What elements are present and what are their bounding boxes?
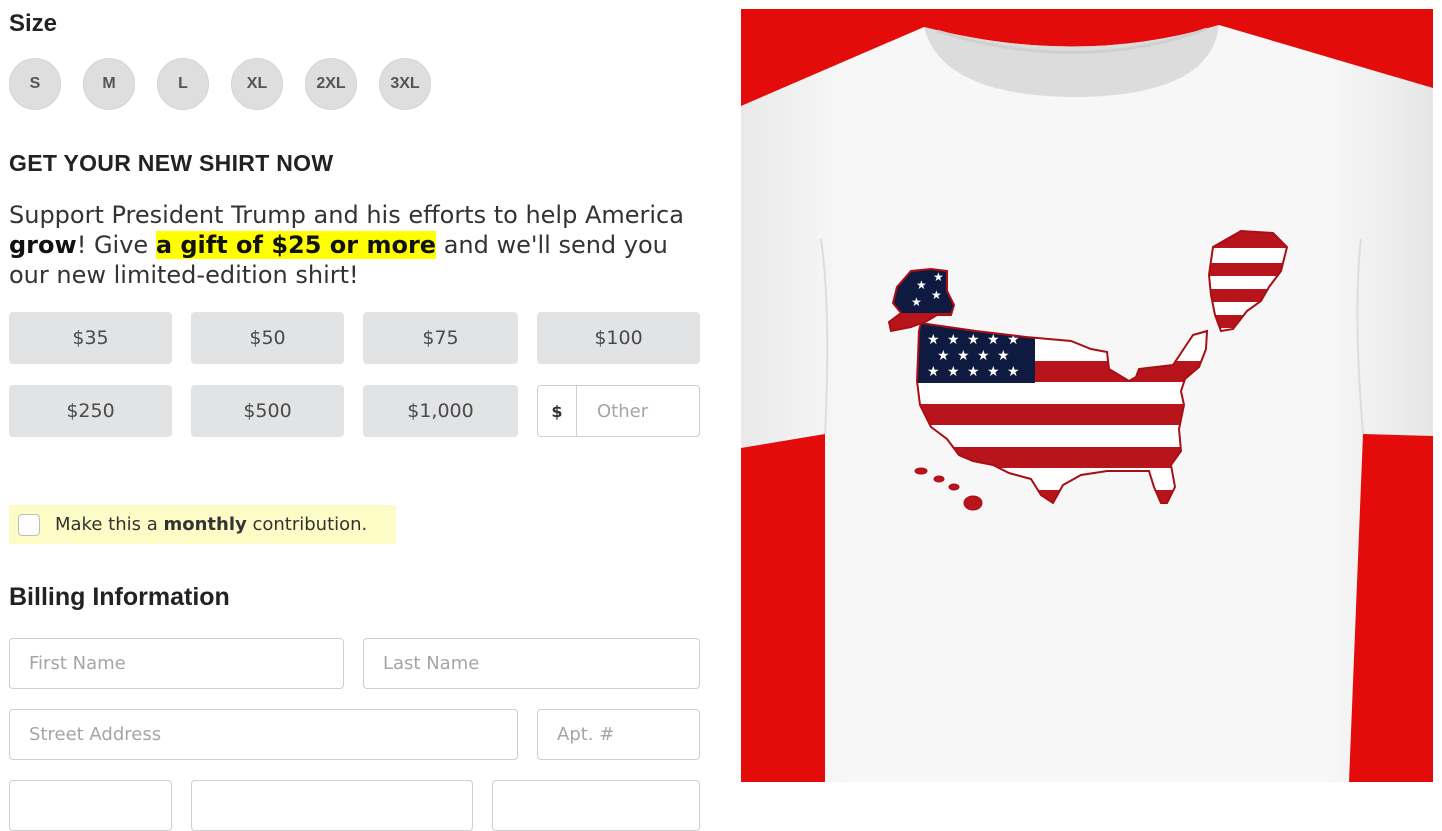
t-shirt-usa-flag-map-icon: ★ ★ ★ ★ ★ ★ ★ ★ ★ ★ ★ ★ ★ ★ ★★★★ bbox=[741, 9, 1433, 782]
svg-text:★: ★ bbox=[916, 278, 927, 292]
size-option-m[interactable]: M bbox=[83, 58, 135, 110]
apt-field bbox=[537, 709, 700, 760]
amount-button-1000[interactable]: $1,000 bbox=[363, 385, 518, 437]
description-text-2: ! Give bbox=[76, 231, 156, 259]
svg-text:★: ★ bbox=[967, 332, 980, 348]
amount-button-250[interactable]: $250 bbox=[9, 385, 172, 437]
svg-text:★: ★ bbox=[1007, 364, 1020, 380]
amount-button-100[interactable]: $100 bbox=[537, 312, 700, 364]
promo-description: Support President Trump and his efforts … bbox=[9, 200, 709, 290]
monthly-label-post: contribution. bbox=[246, 514, 368, 535]
other-amount-input[interactable] bbox=[577, 386, 699, 436]
svg-text:★: ★ bbox=[911, 295, 922, 309]
size-title: Size bbox=[9, 10, 58, 37]
amount-button-35[interactable]: $35 bbox=[9, 312, 172, 364]
promo-headline: GET YOUR NEW SHIRT NOW bbox=[9, 150, 334, 176]
description-text-1: Support President Trump and his efforts … bbox=[9, 201, 684, 229]
monthly-contribution-option[interactable]: Make this a monthly contribution. bbox=[9, 505, 396, 544]
first-name-field bbox=[9, 638, 344, 689]
city-field[interactable] bbox=[9, 780, 172, 831]
svg-text:★: ★ bbox=[937, 348, 950, 364]
svg-text:★: ★ bbox=[987, 364, 1000, 380]
svg-text:★: ★ bbox=[933, 270, 944, 284]
street-address-input[interactable] bbox=[10, 710, 517, 759]
amount-button-75[interactable]: $75 bbox=[363, 312, 518, 364]
monthly-label-bold: monthly bbox=[163, 514, 247, 535]
svg-text:★: ★ bbox=[931, 288, 942, 302]
svg-text:★: ★ bbox=[967, 364, 980, 380]
monthly-label-pre: Make this a bbox=[55, 514, 164, 535]
size-option-xl[interactable]: XL bbox=[231, 58, 283, 110]
svg-text:★: ★ bbox=[927, 364, 940, 380]
billing-title: Billing Information bbox=[9, 583, 230, 611]
last-name-field bbox=[363, 638, 700, 689]
size-option-s[interactable]: S bbox=[9, 58, 61, 110]
other-amount-field: $ bbox=[537, 385, 700, 437]
svg-text:★: ★ bbox=[957, 348, 970, 364]
monthly-label: Make this a monthly contribution. bbox=[55, 514, 367, 535]
svg-text:★: ★ bbox=[997, 348, 1010, 364]
amount-button-500[interactable]: $500 bbox=[191, 385, 344, 437]
description-highlight: a gift of $25 or more bbox=[155, 231, 437, 259]
monthly-checkbox[interactable] bbox=[18, 513, 40, 536]
product-image: ★ ★ ★ ★ ★ ★ ★ ★ ★ ★ ★ ★ ★ ★ ★ ★ ★ ★ bbox=[741, 9, 1433, 782]
description-bold: grow bbox=[9, 231, 77, 259]
size-option-3xl[interactable]: 3XL bbox=[379, 58, 431, 110]
svg-text:★: ★ bbox=[927, 332, 940, 348]
currency-symbol: $ bbox=[538, 386, 577, 436]
zip-field[interactable] bbox=[492, 780, 700, 831]
amount-button-50[interactable]: $50 bbox=[191, 312, 344, 364]
state-field[interactable] bbox=[191, 780, 473, 831]
svg-text:★: ★ bbox=[977, 348, 990, 364]
donation-form: Size S M L XL 2XL 3XL GET YOUR NEW SHIRT… bbox=[0, 0, 720, 831]
svg-text:★: ★ bbox=[947, 332, 960, 348]
size-option-2xl[interactable]: 2XL bbox=[305, 58, 357, 110]
first-name-input[interactable] bbox=[10, 639, 343, 688]
svg-text:★: ★ bbox=[947, 364, 960, 380]
size-option-l[interactable]: L bbox=[157, 58, 209, 110]
last-name-input[interactable] bbox=[364, 639, 699, 688]
apt-input[interactable] bbox=[538, 710, 699, 759]
street-address-field bbox=[9, 709, 518, 760]
